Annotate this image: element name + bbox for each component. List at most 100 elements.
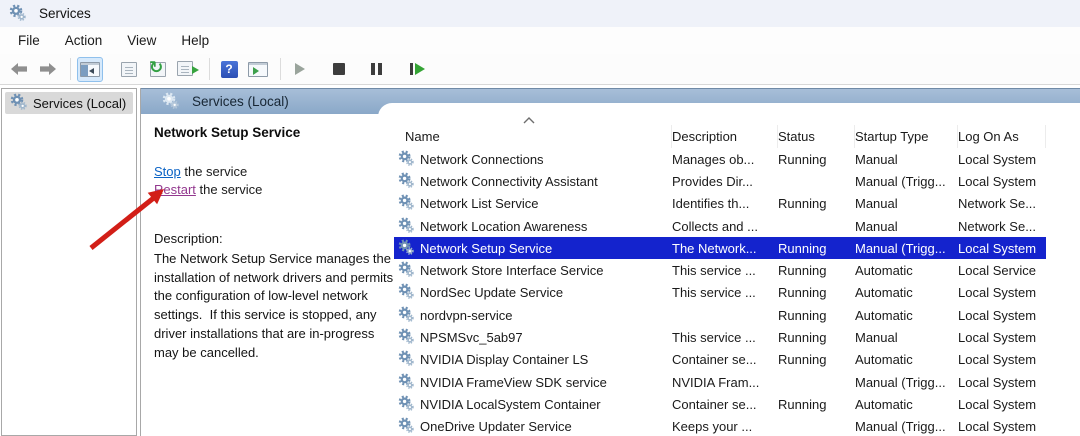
service-description-cell: The Network...	[672, 241, 778, 256]
service-description-cell: Container se...	[672, 352, 778, 367]
table-row[interactable]: Network ConnectionsManages ob...RunningM…	[394, 148, 1046, 170]
service-name-cell: nordvpn-service	[394, 306, 672, 325]
service-startup-cell: Manual (Trigg...	[855, 375, 958, 390]
service-status-cell: Running	[778, 330, 855, 345]
table-row[interactable]: NPSMSvc_5ab97This service ...RunningManu…	[394, 326, 1046, 348]
show-action-pane-icon	[248, 62, 268, 77]
services-node-icon	[10, 93, 27, 113]
service-gear-icon	[398, 194, 414, 213]
pause-service-button[interactable]	[365, 57, 391, 82]
back-button[interactable]	[6, 57, 32, 82]
service-startup-cell: Automatic	[855, 397, 958, 412]
extended-view-panel: Services (Local) NameDescriptionStatusSt…	[140, 88, 1080, 436]
tree-item-label: Services (Local)	[33, 96, 126, 111]
forward-button[interactable]	[35, 57, 61, 82]
pause-service-icon	[371, 63, 385, 75]
export-list-icon	[177, 61, 197, 77]
restart-line-suffix: the service	[196, 182, 262, 197]
properties-window-icon	[121, 62, 137, 77]
start-service-icon	[295, 63, 305, 75]
table-row[interactable]: Network Setup ServiceThe Network...Runni…	[394, 237, 1046, 259]
table-row[interactable]: Network Store Interface ServiceThis serv…	[394, 259, 1046, 281]
column-header-description[interactable]: Description	[672, 125, 778, 148]
service-description-cell: Keeps your ...	[672, 419, 778, 434]
service-status-cell: Running	[778, 196, 855, 211]
menu-help[interactable]: Help	[173, 30, 217, 51]
table-row[interactable]: nordvpn-service RunningAutomaticLocal Sys…	[394, 304, 1046, 326]
service-description-cell: Container se...	[672, 397, 778, 412]
tree-item-services-local[interactable]: Services (Local)	[5, 92, 133, 114]
service-gear-icon	[398, 373, 414, 392]
services-app-icon	[9, 4, 26, 24]
export-list-button[interactable]	[174, 57, 200, 82]
column-header-startup[interactable]: Startup Type	[855, 125, 958, 148]
refresh-button[interactable]: ↻	[145, 57, 171, 82]
service-startup-cell: Manual	[855, 219, 958, 234]
toolbar-separator	[70, 58, 71, 80]
help-button[interactable]: ?	[216, 57, 242, 82]
service-logon-cell: Local System	[958, 352, 1046, 367]
service-gear-icon	[398, 172, 414, 191]
back-icon	[9, 62, 29, 76]
service-name-cell: Network List Service	[394, 194, 672, 213]
service-status-cell: Running	[778, 308, 855, 323]
service-gear-icon	[398, 417, 414, 436]
stop-service-link[interactable]: Stop	[154, 164, 181, 179]
table-row[interactable]: Network Location AwarenessCollects and .…	[394, 215, 1046, 237]
service-name-cell: OneDrive Updater Service	[394, 417, 672, 436]
service-startup-cell: Automatic	[855, 352, 958, 367]
description-label: Description:	[154, 231, 223, 246]
service-startup-cell: Automatic	[855, 308, 958, 323]
show-action-pane-button[interactable]	[245, 57, 271, 82]
services-list-panel: NameDescriptionStatusStartup TypeLog On …	[378, 103, 1080, 436]
service-description-cell: Identifies th...	[672, 196, 778, 211]
service-name-cell: Network Store Interface Service	[394, 261, 672, 280]
service-description-text: The Network Setup Service manages the in…	[154, 250, 401, 362]
service-startup-cell: Manual	[855, 196, 958, 211]
console-tree-panel: Services (Local)	[1, 88, 137, 436]
service-description-cell: Collects and ...	[672, 219, 778, 234]
services-list: NameDescriptionStatusStartup TypeLog On …	[394, 125, 1080, 436]
menu-action[interactable]: Action	[57, 30, 111, 51]
service-status-cell: Running	[778, 263, 855, 278]
service-status-cell: Running	[778, 241, 855, 256]
service-status-cell: Running	[778, 397, 855, 412]
column-header-status[interactable]: Status	[778, 125, 855, 148]
service-status-cell: Running	[778, 152, 855, 167]
toolbar-separator	[209, 58, 210, 80]
table-row[interactable]: OneDrive Updater ServiceKeeps your ...Ma…	[394, 416, 1046, 436]
table-row[interactable]: NVIDIA Display Container LSContainer se.…	[394, 349, 1046, 371]
service-description-cell: This service ...	[672, 330, 778, 345]
column-header-name[interactable]: Name	[394, 125, 672, 148]
menu-view[interactable]: View	[119, 30, 164, 51]
refresh-icon: ↻	[149, 61, 167, 78]
properties-button[interactable]	[116, 57, 142, 82]
service-gear-icon	[398, 150, 414, 169]
menu-file[interactable]: File	[10, 30, 48, 51]
forward-icon	[38, 62, 58, 76]
service-status-cell: Running	[778, 285, 855, 300]
restart-service-button[interactable]	[404, 57, 430, 82]
extended-view-header-label: Services (Local)	[192, 94, 289, 109]
service-startup-cell: Automatic	[855, 285, 958, 300]
table-row[interactable]: NordSec Update ServiceThis service ...Ru…	[394, 282, 1046, 304]
table-row[interactable]: NVIDIA LocalSystem ContainerContainer se…	[394, 393, 1046, 415]
service-logon-cell: Local System	[958, 397, 1046, 412]
table-row[interactable]: NVIDIA FrameView SDK serviceNVIDIA Fram.…	[394, 371, 1046, 393]
service-description-cell: NVIDIA Fram...	[672, 375, 778, 390]
service-name-cell: Network Location Awareness	[394, 217, 672, 236]
restart-service-link[interactable]: Restart	[154, 182, 196, 197]
show-console-tree-icon	[80, 62, 100, 77]
service-startup-cell: Manual (Trigg...	[855, 241, 958, 256]
stop-service-button[interactable]	[326, 57, 352, 82]
column-header-logon[interactable]: Log On As	[958, 125, 1046, 148]
service-logon-cell: Local System	[958, 308, 1046, 323]
toolbar: ↻ ?	[0, 54, 1080, 85]
table-row[interactable]: Network Connectivity AssistantProvides D…	[394, 170, 1046, 192]
restart-service-line: Restart the service	[154, 182, 262, 197]
table-row[interactable]: Network List ServiceIdentifies th...Runn…	[394, 193, 1046, 215]
show-console-tree-button[interactable]	[77, 57, 103, 82]
restart-service-icon	[410, 63, 425, 75]
start-service-button[interactable]	[287, 57, 313, 82]
stop-line-suffix: the service	[181, 164, 247, 179]
